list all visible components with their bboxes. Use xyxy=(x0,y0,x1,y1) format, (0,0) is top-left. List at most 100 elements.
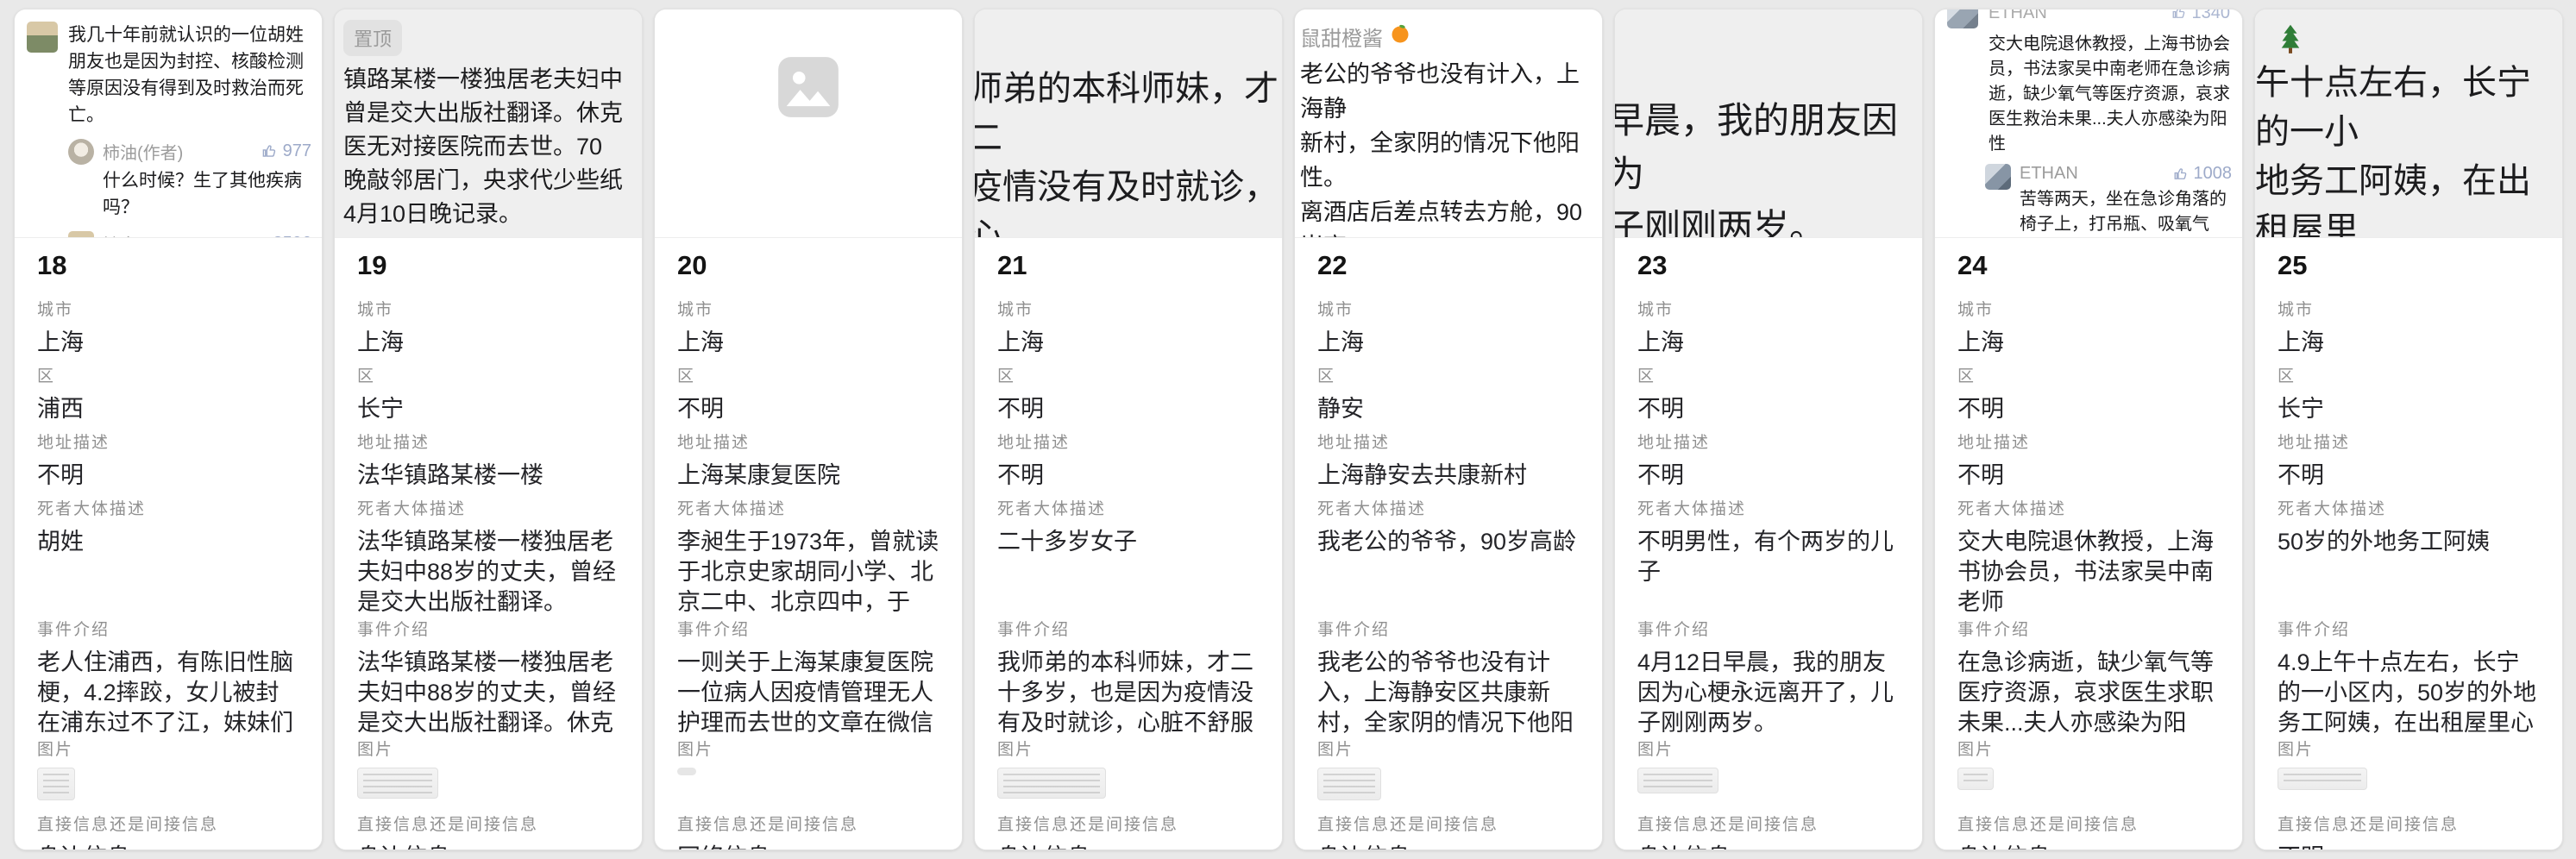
field-label-address: 地址描述 xyxy=(2278,430,2540,453)
card-number: 18 xyxy=(37,250,299,281)
field-label-image: 图片 xyxy=(1637,737,1900,760)
card-number: 20 xyxy=(677,250,939,281)
record-card-24[interactable]: ETHAN 1340 交大电院退休教授，上海书协会员，书法家吴中南老师在急诊病逝… xyxy=(1934,9,2243,850)
field-label-city: 城市 xyxy=(1637,297,1900,320)
note-text: 镇路某楼一楼独居老夫妇中 曾是交大出版社翻译。休克 医无对接医院而去世。70 晚… xyxy=(343,63,642,231)
field-label-direct: 直接信息还是间接信息 xyxy=(677,812,939,835)
tree-emoji-icon xyxy=(2278,23,2562,59)
like-count: 3506 xyxy=(252,234,312,238)
post-text: 午十点左右，长宁的一小 地务工阿姨，在出租屋里 了2个小时的120赶到时人 xyxy=(2255,59,2562,238)
field-value-deceased: 交大电院退休教授，上海书协会员，书法家吴中南老师 xyxy=(1957,527,2220,617)
comment-text: 苦等两天，坐在急诊角落的椅子上，打吊瓶、吸氧气（被封控的子女设法送去的，杯水车薪… xyxy=(2020,187,2232,238)
field-value-direct: 身边信息 xyxy=(1317,843,1580,850)
evidence-screenshot: 鼠甜橙酱 老公的爷爷也没有计入，上海静 新村，全家阴的情况下他阳性。 离酒店后差… xyxy=(1295,9,1602,238)
field-value-city: 上海 xyxy=(1317,328,1580,358)
field-value-deceased: 不明男性，有个两岁的儿子 xyxy=(1637,527,1900,587)
field-value-deceased: 二十多岁女子 xyxy=(997,527,1260,557)
evidence-thumbnail[interactable] xyxy=(357,768,438,799)
field-value-deceased: 50岁的外地务工阿姨 xyxy=(2278,527,2540,557)
field-value-direct: 不明 xyxy=(2278,843,2540,850)
field-label-address: 地址描述 xyxy=(357,430,619,453)
orange-emoji-icon xyxy=(1390,23,1411,50)
like-count: 1340 xyxy=(2171,9,2231,23)
field-value-city: 上海 xyxy=(1637,328,1900,358)
post-text: 师弟的本科师妹，才二 疫情没有及时就诊，心 天就去世了 xyxy=(975,65,1282,238)
field-value-address: 不明 xyxy=(37,461,299,491)
field-value-event: 一则关于上海某康复医院一位病人因疫情管理无人护理而去世的文章在微信群里流转。最早… xyxy=(677,648,939,737)
field-value-deceased: 我老公的爷爷，90岁高龄 xyxy=(1317,527,1580,557)
comment-text: 交大电院退休教授，上海书协会员，书法家吴中南老师在急诊病逝，缺少氧气等医疗资源，… xyxy=(1989,32,2230,157)
field-value-event: 法华镇路某楼一楼独居老夫妇中88岁的丈夫，曾经是交大出版社翻译。休克后110、1… xyxy=(357,648,619,737)
evidence-screenshot xyxy=(655,9,962,238)
field-label-event: 事件介绍 xyxy=(997,617,1260,640)
field-value-deceased: 胡姓 xyxy=(37,527,299,557)
post-text: 早晨，我的朋友因为 子刚刚两岁。 xyxy=(1615,94,1922,238)
field-label-direct: 直接信息还是间接信息 xyxy=(1957,812,2220,835)
evidence-thumbnail[interactable] xyxy=(1957,768,1994,790)
field-value-district: 长宁 xyxy=(2278,394,2540,424)
field-value-direct: 身边信息 xyxy=(1637,843,1900,850)
post-text: 老公的爷爷也没有计入，上海静 新村，全家阴的情况下他阳性。 离酒店后差点转去方舱… xyxy=(1300,57,1602,238)
comment-text: 我几十年前就认识的一位胡姓朋友也是因为封控、核酸检测等原因没有得到及时救治而死亡… xyxy=(68,22,310,129)
field-value-district: 不明 xyxy=(1637,394,1900,424)
field-value-city: 上海 xyxy=(1957,328,2220,358)
commenter-name: ETHAN xyxy=(1989,9,2047,23)
field-label-district: 区 xyxy=(1637,363,1900,386)
field-label-district: 区 xyxy=(1317,363,1580,386)
field-label-city: 城市 xyxy=(357,297,619,320)
field-label-direct: 直接信息还是间接信息 xyxy=(1317,812,1580,835)
field-label-image: 图片 xyxy=(997,737,1260,760)
field-value-direct: 身边信息 xyxy=(37,843,299,850)
avatar xyxy=(68,231,94,238)
evidence-screenshot: 置顶 镇路某楼一楼独居老夫妇中 曾是交大出版社翻译。休克 医无对接医院而去世。7… xyxy=(335,9,642,238)
card-number: 19 xyxy=(357,250,619,281)
evidence-thumbnail[interactable] xyxy=(2278,768,2367,790)
field-value-district: 静安 xyxy=(1317,394,1580,424)
field-value-address: 不明 xyxy=(2278,461,2540,491)
evidence-thumbnail[interactable] xyxy=(677,768,696,775)
field-value-address: 不明 xyxy=(1957,461,2220,491)
record-card-20[interactable]: 20 城市上海 区不明 地址描述上海某康复医院 死者大体描述李昶生于1973年，… xyxy=(654,9,963,850)
evidence-screenshot: ETHAN 1340 交大电院退休教授，上海书协会员，书法家吴中南老师在急诊病逝… xyxy=(1935,9,2242,238)
thumbs-up-icon xyxy=(252,235,268,238)
evidence-thumbnail[interactable] xyxy=(997,768,1106,799)
field-value-deceased: 法华镇路某楼一楼独居老夫妇中88岁的丈夫，曾经是交大出版社翻译。 xyxy=(357,527,619,617)
field-label-deceased: 死者大体描述 xyxy=(37,496,299,519)
field-label-address: 地址描述 xyxy=(1957,430,2220,453)
field-label-direct: 直接信息还是间接信息 xyxy=(357,812,619,835)
record-card-18[interactable]: 我几十年前就认识的一位胡姓朋友也是因为封控、核酸检测等原因没有得到及时救治而死亡… xyxy=(14,9,323,850)
record-card-19[interactable]: 置顶 镇路某楼一楼独居老夫妇中 曾是交大出版社翻译。休克 医无对接医院而去世。7… xyxy=(334,9,643,850)
field-label-address: 地址描述 xyxy=(1637,430,1900,453)
field-label-city: 城市 xyxy=(1317,297,1580,320)
field-value-district: 长宁 xyxy=(357,394,619,424)
field-label-event: 事件介绍 xyxy=(1637,617,1900,640)
field-value-address: 法华镇路某楼一楼 xyxy=(357,461,619,491)
record-card-22[interactable]: 鼠甜橙酱 老公的爷爷也没有计入，上海静 新村，全家阴的情况下他阳性。 离酒店后差… xyxy=(1294,9,1603,850)
evidence-thumbnail[interactable] xyxy=(1317,768,1381,800)
evidence-thumbnail[interactable] xyxy=(37,768,75,800)
field-value-direct: 身边信息 xyxy=(1957,843,2220,850)
field-label-district: 区 xyxy=(677,363,939,386)
record-card-21[interactable]: 师弟的本科师妹，才二 疫情没有及时就诊，心 天就去世了 21 城市上海 区不明 … xyxy=(974,9,1283,850)
avatar xyxy=(68,139,94,165)
field-value-city: 上海 xyxy=(357,328,619,358)
broken-image-icon xyxy=(776,54,841,237)
record-card-23[interactable]: 早晨，我的朋友因为 子刚刚两岁。 23 城市上海 区不明 地址描述不明 死者大体… xyxy=(1614,9,1923,850)
field-label-event: 事件介绍 xyxy=(677,617,939,640)
card-number: 21 xyxy=(997,250,1260,281)
field-label-deceased: 死者大体描述 xyxy=(1637,496,1900,519)
record-card-25[interactable]: 午十点左右，长宁的一小 地务工阿姨，在出租屋里 了2个小时的120赶到时人 25… xyxy=(2254,9,2563,850)
field-label-deceased: 死者大体描述 xyxy=(997,496,1260,519)
field-label-event: 事件介绍 xyxy=(357,617,619,640)
card-number: 22 xyxy=(1317,250,1580,281)
field-value-address: 不明 xyxy=(997,461,1260,491)
avatar xyxy=(27,22,58,53)
field-value-district: 浦西 xyxy=(37,394,299,424)
field-value-direct: 身边信息 xyxy=(997,843,1260,850)
field-value-district: 不明 xyxy=(677,394,939,424)
field-value-event: 4月12日早晨，我的朋友因为心梗永远离开了，儿子刚刚两岁。 xyxy=(1637,648,1900,737)
field-label-deceased: 死者大体描述 xyxy=(1317,496,1580,519)
field-label-address: 地址描述 xyxy=(37,430,299,453)
evidence-thumbnail[interactable] xyxy=(1637,768,1718,793)
like-count: 977 xyxy=(261,141,311,161)
